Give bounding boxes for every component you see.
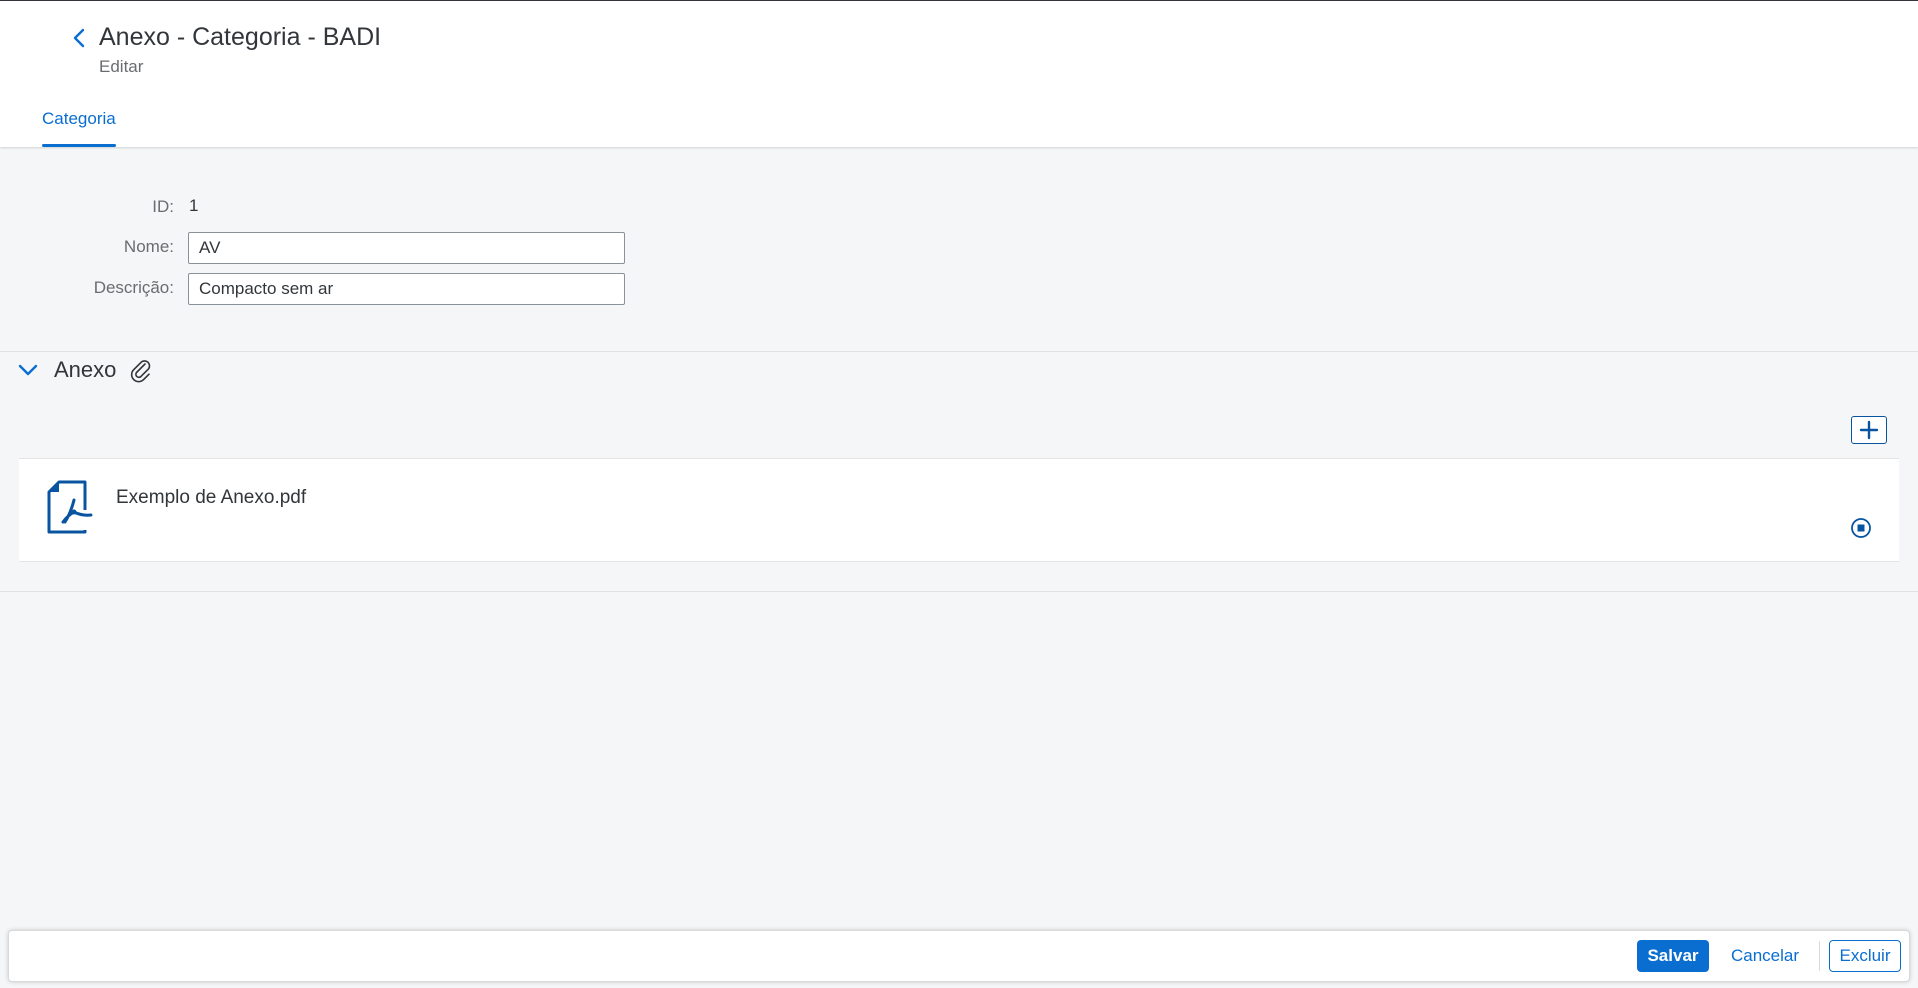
descricao-label: Descrição: <box>93 278 174 297</box>
toolbar-separator <box>1819 941 1820 971</box>
object-page-header: Anexo - Categoria - BADI Editar Categori… <box>0 1 1918 147</box>
active-tab-indicator <box>42 144 116 147</box>
section-bottom-divider <box>0 591 1918 592</box>
section-collapse-button[interactable] <box>16 358 40 382</box>
descricao-input[interactable] <box>188 273 625 305</box>
plus-icon <box>1859 420 1879 440</box>
page-subtitle: Editar <box>99 57 144 76</box>
paperclip-icon <box>130 360 151 383</box>
tab-categoria[interactable]: Categoria <box>42 109 116 129</box>
radio-selected-icon[interactable] <box>1850 517 1872 539</box>
section-divider <box>0 351 1918 352</box>
nome-label: Nome: <box>123 237 174 256</box>
chevron-left-icon <box>73 28 85 48</box>
id-value: 1 <box>189 196 199 215</box>
section-title: Anexo <box>54 357 117 382</box>
page-title: Anexo - Categoria - BADI <box>99 23 382 51</box>
save-button[interactable]: Salvar <box>1637 940 1709 972</box>
back-button[interactable] <box>68 25 90 51</box>
delete-button[interactable]: Excluir <box>1829 940 1901 972</box>
attachment-file-name[interactable]: Exemplo de Anexo.pdf <box>116 487 306 509</box>
id-label: ID: <box>152 197 174 216</box>
footer-toolbar: Salvar Cancelar Excluir <box>8 930 1910 982</box>
attachment-list: Exemplo de Anexo.pdf <box>19 458 1899 562</box>
pdf-file-icon <box>47 480 93 534</box>
add-attachment-button[interactable] <box>1851 416 1887 444</box>
chevron-down-icon <box>18 364 38 376</box>
nome-input[interactable] <box>188 232 625 264</box>
cancel-button[interactable]: Cancelar <box>1721 940 1809 972</box>
